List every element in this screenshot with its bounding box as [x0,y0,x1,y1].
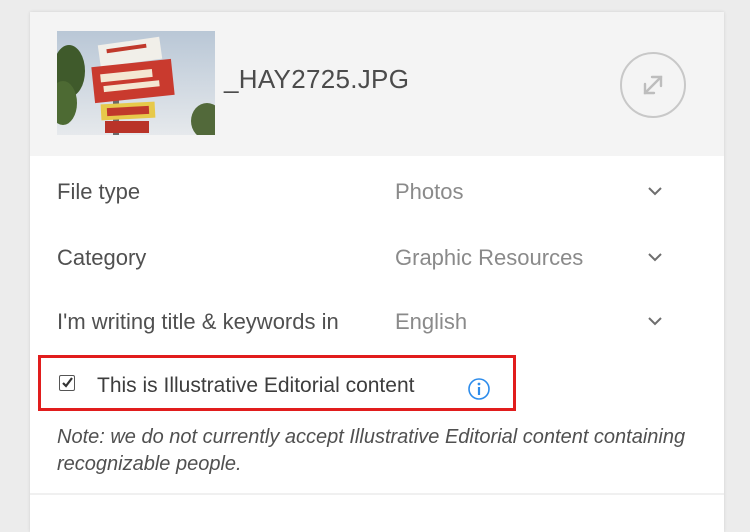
chevron-down-icon[interactable] [647,186,663,196]
expand-icon [643,75,663,95]
editorial-note: Note: we do not currently accept Illustr… [57,426,686,475]
language-row[interactable]: I'm writing title & keywords in English [30,297,724,347]
file-name: _HAY2725.JPG [224,64,410,94]
illustrative-editorial-label[interactable]: This is Illustrative Editorial content [97,374,414,398]
photo-thumbnail[interactable] [57,31,215,135]
language-label: I'm writing title & keywords in [57,309,339,334]
divider [30,493,724,495]
illustrative-editorial-checkbox[interactable] [59,375,75,391]
category-row[interactable]: Category Graphic Resources [30,233,724,283]
category-select[interactable]: Graphic Resources [395,245,583,271]
file-type-row[interactable]: File type Photos [30,167,724,217]
expand-preview-button[interactable] [620,52,686,118]
checkmark-icon [62,377,73,388]
language-select[interactable]: English [395,309,467,335]
sign-photo-image [57,31,215,135]
file-details-panel: _HAY2725.JPG File type Photos Category G… [30,12,724,532]
file-type-label: File type [57,179,141,204]
info-icon[interactable] [467,377,491,401]
chevron-down-icon[interactable] [647,316,663,326]
chevron-down-icon[interactable] [647,252,663,262]
file-type-select[interactable]: Photos [395,179,464,205]
file-header: _HAY2725.JPG [30,12,724,156]
category-label: Category [57,245,147,270]
